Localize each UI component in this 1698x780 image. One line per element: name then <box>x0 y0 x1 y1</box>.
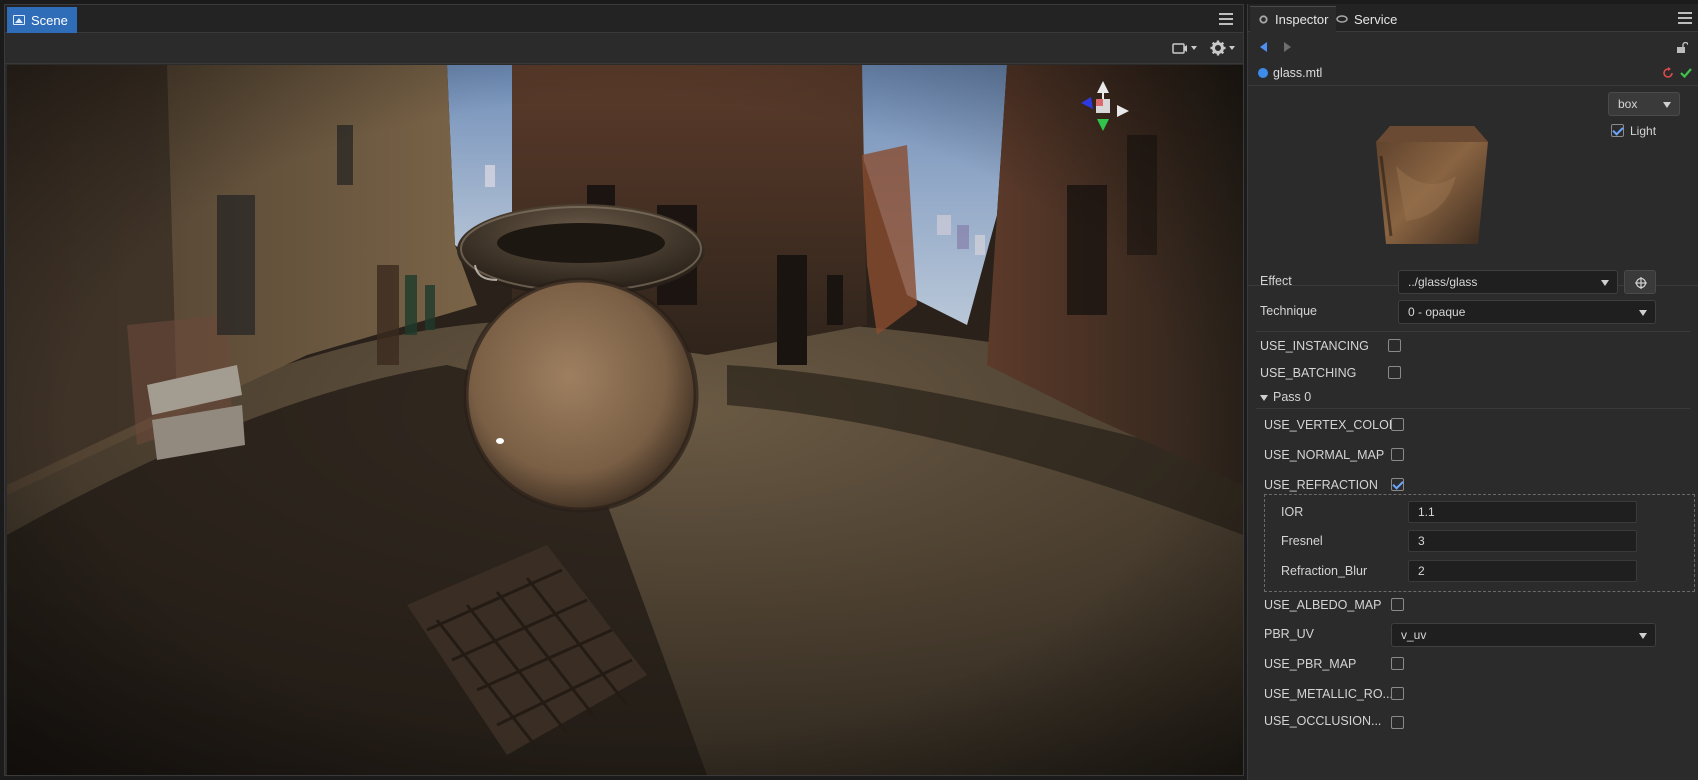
use-instancing-label: USE_INSTANCING <box>1260 339 1369 353</box>
tab-scene[interactable]: Scene <box>7 7 77 33</box>
refraction-blur-input[interactable]: 2 <box>1408 560 1637 582</box>
gear-icon <box>1210 40 1226 56</box>
tab-scene-label: Scene <box>31 12 68 28</box>
material-preview-cube[interactable] <box>1366 126 1488 244</box>
ior-value: 1.1 <box>1418 505 1435 519</box>
use-refraction-checkbox[interactable] <box>1391 478 1404 491</box>
material-icon <box>1258 67 1268 78</box>
technique-label: Technique <box>1260 304 1317 318</box>
tab-inspector[interactable]: Inspector <box>1250 6 1337 32</box>
preview-light-checkbox[interactable] <box>1611 124 1624 137</box>
ior-label: IOR <box>1281 505 1304 519</box>
camera-icon <box>1172 43 1187 54</box>
preview-mesh-select[interactable]: box <box>1608 92 1680 116</box>
technique-select[interactable]: 0 - opaque <box>1398 300 1656 324</box>
gear-icon <box>1259 15 1268 24</box>
use-pbr-map-label: USE_PBR_MAP <box>1264 657 1357 671</box>
use-batching-label: USE_BATCHING <box>1260 366 1357 380</box>
use-normal-map-checkbox[interactable] <box>1391 448 1404 461</box>
pbr-uv-label: PBR_UV <box>1264 627 1315 641</box>
preview-mesh-value: box <box>1618 97 1638 111</box>
inspector-nav-row <box>1248 32 1698 62</box>
divider <box>1256 331 1690 332</box>
refraction-blur-value: 2 <box>1418 564 1425 578</box>
scene-panel: Scene <box>4 4 1244 776</box>
back-arrow-icon[interactable] <box>1260 42 1267 52</box>
use-instancing-checkbox[interactable] <box>1388 339 1401 352</box>
fresnel-label: Fresnel <box>1281 534 1323 548</box>
ior-input[interactable]: 1.1 <box>1408 501 1637 523</box>
use-vertex-color-label: USE_VERTEX_COLOR <box>1264 418 1398 432</box>
preview-light-label: Light <box>1630 124 1657 138</box>
chevron-down-icon <box>1663 102 1671 108</box>
use-albedo-map-label: USE_ALBEDO_MAP <box>1264 598 1382 612</box>
fresnel-value: 3 <box>1418 534 1425 548</box>
use-batching-checkbox[interactable] <box>1388 366 1401 379</box>
use-occlusion-checkbox[interactable] <box>1391 716 1404 729</box>
sphere-model[interactable] <box>463 277 699 513</box>
effect-label: Effect <box>1260 274 1292 288</box>
chevron-down-icon <box>1191 46 1197 50</box>
use-albedo-map-checkbox[interactable] <box>1391 598 1404 611</box>
use-refraction-label: USE_REFRACTION <box>1264 478 1378 492</box>
scene-toolbar <box>5 33 1243 64</box>
scene-viewport[interactable] <box>7 65 1243 775</box>
chevron-down-icon <box>1229 46 1235 50</box>
camera-options-button[interactable] <box>1172 39 1197 57</box>
use-metallic-roughness-checkbox[interactable] <box>1391 687 1404 700</box>
apply-check-icon[interactable] <box>1680 67 1692 79</box>
use-occlusion-label: USE_OCCLUSION... <box>1264 714 1382 728</box>
crosshair-icon <box>1635 277 1647 289</box>
pbr-uv-value: v_uv <box>1401 628 1427 642</box>
use-pbr-map-checkbox[interactable] <box>1391 657 1404 670</box>
pass-collapse-icon[interactable] <box>1260 395 1268 401</box>
revert-icon[interactable] <box>1662 67 1674 79</box>
use-normal-map-label: USE_NORMAL_MAP <box>1264 448 1385 462</box>
tab-service-label: Service <box>1354 11 1398 27</box>
refraction-blur-label: Refraction_Blur <box>1281 564 1368 578</box>
scene-render <box>7 65 1243 775</box>
use-vertex-color-checkbox[interactable] <box>1391 418 1404 431</box>
effect-select[interactable]: ../glass/glass <box>1398 270 1618 294</box>
pass-header[interactable]: Pass 0 <box>1273 390 1311 404</box>
inspector-panel: Inspector Service glass.mtl box Light Ef… <box>1247 4 1698 780</box>
asset-file-name: glass.mtl <box>1273 65 1323 80</box>
divider <box>1256 408 1690 409</box>
tab-inspector-label: Inspector <box>1275 12 1329 27</box>
fresnel-input[interactable]: 3 <box>1408 530 1637 552</box>
asset-header: glass.mtl <box>1248 60 1698 86</box>
inspector-tab-bar: Inspector Service <box>1248 4 1698 32</box>
scene-settings-button[interactable] <box>1210 39 1235 57</box>
scene-tab-bar: Scene <box>5 5 1243 33</box>
use-metallic-roughness-label: USE_METALLIC_RO... <box>1264 687 1393 701</box>
inspector-panel-menu-icon[interactable] <box>1678 12 1692 24</box>
chevron-down-icon <box>1639 310 1647 316</box>
link-icon <box>1336 15 1348 23</box>
tab-service[interactable]: Service <box>1328 6 1405 32</box>
scene-panel-menu-icon[interactable] <box>1219 13 1233 25</box>
chevron-down-icon <box>1601 280 1609 286</box>
pbr-uv-select[interactable]: v_uv <box>1391 623 1656 647</box>
material-preview-area: box Light <box>1248 86 1698 286</box>
effect-locate-button[interactable] <box>1624 270 1656 294</box>
chevron-down-icon <box>1639 633 1647 639</box>
lock-icon[interactable] <box>1676 42 1688 53</box>
effect-value: ../glass/glass <box>1408 275 1478 289</box>
technique-value: 0 - opaque <box>1408 305 1466 319</box>
forward-arrow-icon[interactable] <box>1284 42 1291 52</box>
scene-icon <box>13 15 25 25</box>
